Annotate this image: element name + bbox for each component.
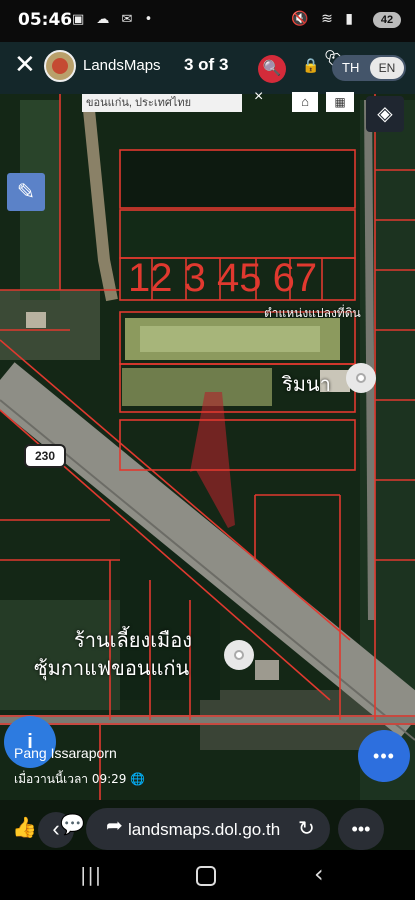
close-icon[interactable]: ✕ [14,52,36,78]
like-icon[interactable]: 👍 [12,815,37,839]
lang-th-option[interactable]: TH [342,60,359,75]
comment-icon[interactable]: 💬 [60,812,85,836]
language-toggle[interactable]: TH EN [332,55,406,81]
status-time: 05:46 [18,10,73,30]
photo-counter: 3 of 3 [184,55,229,74]
post-author[interactable]: Pang Issaraporn [14,745,117,761]
home-icon[interactable] [196,866,216,886]
more-options-button[interactable]: ••• [358,730,410,782]
layers-icon[interactable]: ◈ [366,96,404,132]
place-pin-icon[interactable] [346,363,376,393]
system-icons: 🔇 ≋ ▮ [291,11,357,27]
position-label: ตำแหน่งแปลงที่ดิน [264,306,361,320]
building-icon[interactable]: ⌂ [292,92,318,112]
post-time: เมื่อวานนี้เวลา 09:29 🌐 [14,772,146,786]
parcel-numbers: 12 3 45 67 [128,256,318,300]
place-label-rimna: ริมนา [282,374,331,396]
search-icon[interactable]: 🔍 [258,55,286,83]
place-label-shop-line2: ซุ้มกาแฟขอนแก่น [34,658,190,680]
recent-apps-icon[interactable]: ||| [80,864,102,886]
place-pin-icon[interactable] [224,640,254,670]
pencil-icon[interactable]: ✎ [7,173,45,211]
browser-menu-button[interactable]: ••• [338,808,384,850]
notification-icons: ▣ ☁ ✉ • [72,12,157,27]
url-text[interactable]: landsmaps.dol.go.th [128,820,280,840]
search-input[interactable]: ขอนแก่น, ประเทศไทย [82,94,242,112]
lock-icon[interactable]: 🔒 [302,58,319,74]
app-logo [44,50,76,82]
share-icon[interactable]: ➦ [106,813,123,837]
lang-en-option[interactable]: EN [370,57,404,79]
battery-icon: 42 [373,12,401,28]
road-number-badge: 230 [24,444,66,468]
app-title: LandsMaps [83,57,161,74]
status-bar: 05:46 ▣ ☁ ✉ • 🔇 ≋ ▮ 42 [0,0,415,42]
back-icon[interactable]: ‹ [314,860,324,888]
reload-icon[interactable]: ↻ [298,816,315,840]
clear-search-button[interactable]: × [254,88,263,106]
grid-icon[interactable]: ▦ [326,92,354,112]
